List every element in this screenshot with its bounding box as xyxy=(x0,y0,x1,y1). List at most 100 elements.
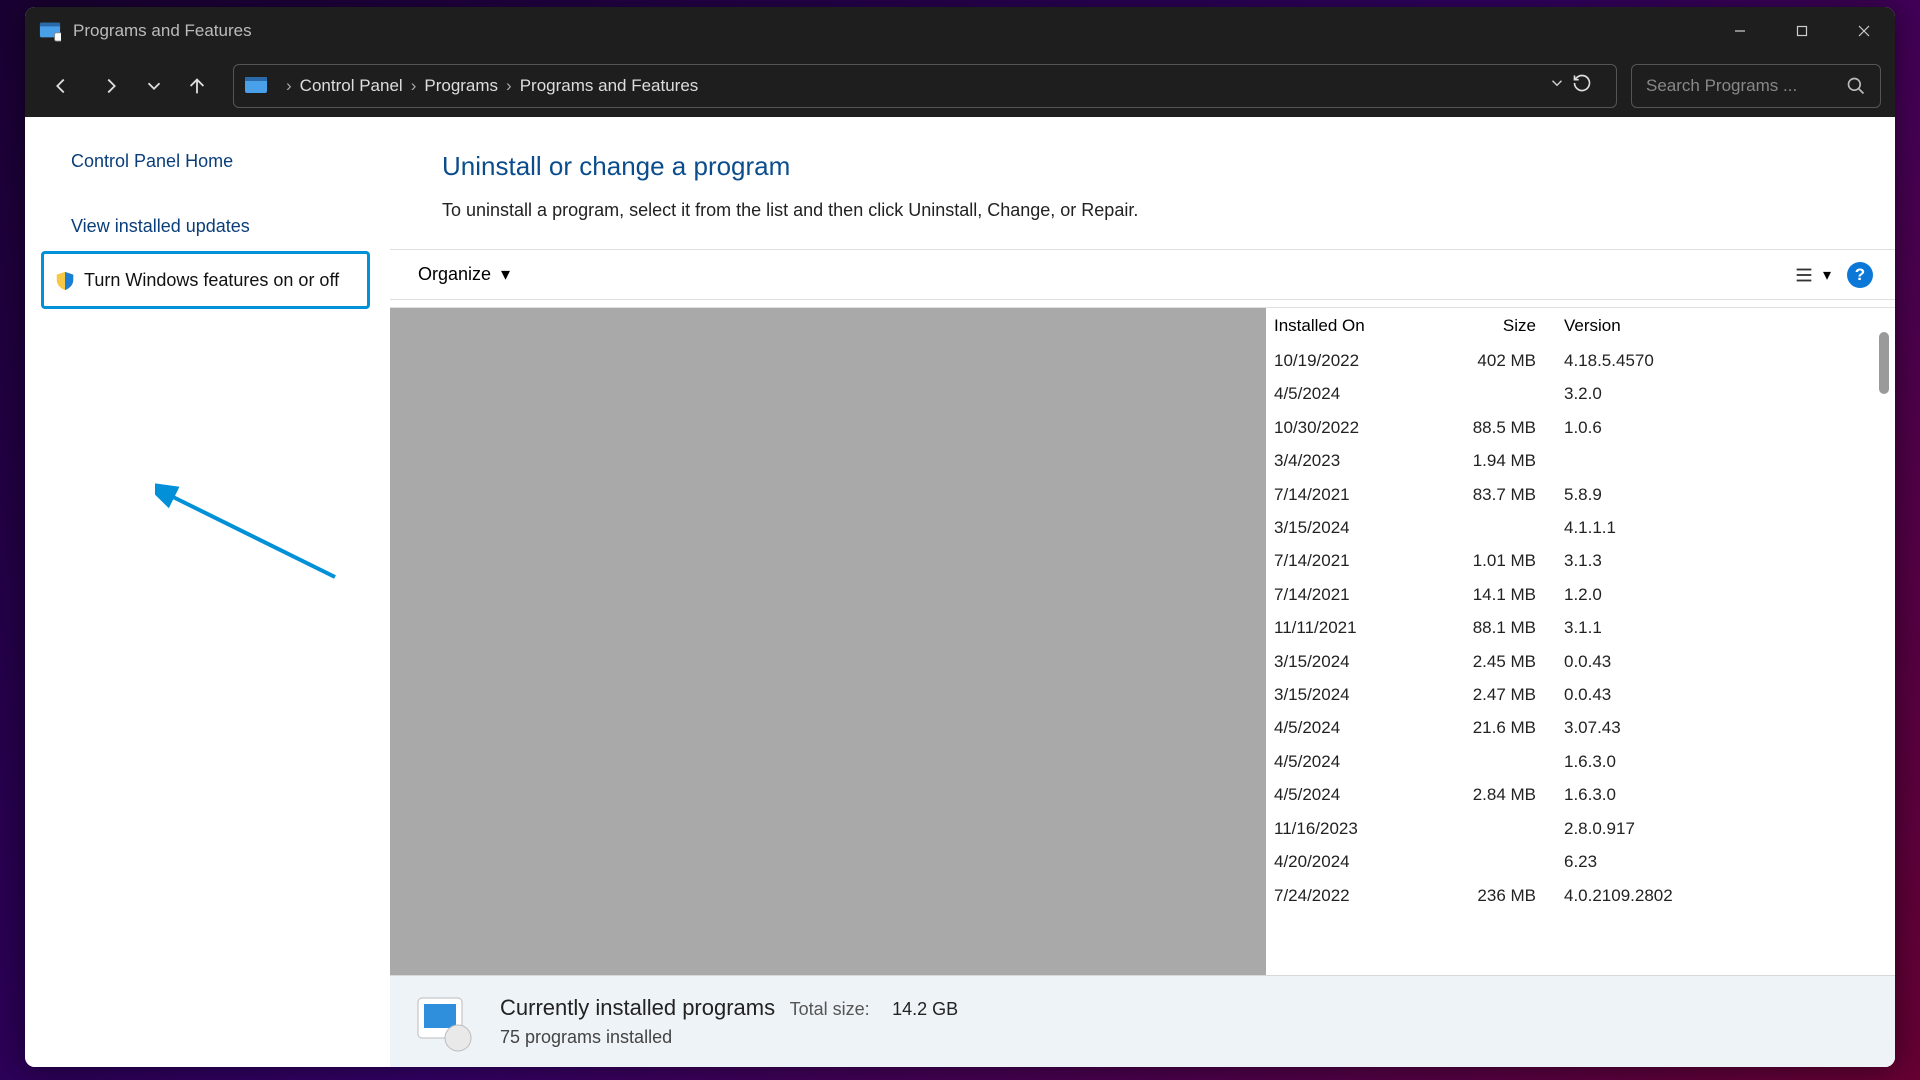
table-row[interactable]: 3/15/2024 4.1.1.1 xyxy=(1266,511,1875,544)
main: Uninstall or change a program To uninsta… xyxy=(390,117,1895,1067)
sidebar-view-updates[interactable]: View installed updates xyxy=(71,208,370,245)
table-row[interactable]: 4/5/20242.84 MB1.6.3.0 xyxy=(1266,778,1875,811)
forward-button[interactable] xyxy=(89,64,133,108)
cell-date: 10/30/2022 xyxy=(1266,411,1411,444)
table-row[interactable]: 7/24/2022236 MB4.0.2109.2802 xyxy=(1266,879,1875,912)
content: Control Panel Home View installed update… xyxy=(25,117,1895,1067)
cell-version: 4.1.1.1 xyxy=(1556,511,1875,544)
cell-version: 3.1.3 xyxy=(1556,544,1875,577)
table-row[interactable]: 7/14/20211.01 MB3.1.3 xyxy=(1266,544,1875,577)
table-row[interactable]: 7/14/202114.1 MB1.2.0 xyxy=(1266,578,1875,611)
cell-version: 0.0.43 xyxy=(1556,645,1875,678)
cell-version: 1.6.3.0 xyxy=(1556,778,1875,811)
minimize-button[interactable] xyxy=(1709,7,1771,54)
search-input[interactable]: Search Programs ... xyxy=(1631,64,1881,108)
cell-version: 0.0.43 xyxy=(1556,678,1875,711)
program-list-redacted-area xyxy=(390,308,1266,975)
annotation-arrow-icon xyxy=(155,482,345,592)
cell-date: 7/14/2021 xyxy=(1266,478,1411,511)
organize-button[interactable]: Organize ▾ xyxy=(410,260,518,289)
sidebar-windows-features-label: Turn Windows features on or off xyxy=(84,268,339,292)
table-row[interactable]: 7/14/202183.7 MB5.8.9 xyxy=(1266,478,1875,511)
maximize-button[interactable] xyxy=(1771,7,1833,54)
breadcrumb-leaf[interactable]: Programs and Features xyxy=(520,76,699,96)
cell-size: 1.01 MB xyxy=(1411,544,1556,577)
programs-summary-icon xyxy=(414,992,474,1052)
cell-date: 4/5/2024 xyxy=(1266,711,1411,744)
cell-date: 3/15/2024 xyxy=(1266,511,1411,544)
cell-version: 3.1.1 xyxy=(1556,611,1875,644)
breadcrumb-root[interactable]: Control Panel xyxy=(300,76,403,96)
address-bar[interactable]: › Control Panel › Programs › Programs an… xyxy=(233,64,1617,108)
window-controls xyxy=(1709,7,1895,54)
sidebar: Control Panel Home View installed update… xyxy=(25,117,390,1067)
scrollbar[interactable] xyxy=(1879,332,1889,394)
cell-date: 3/15/2024 xyxy=(1266,645,1411,678)
titlebar: Programs and Features xyxy=(25,7,1895,54)
chevron-right-icon: › xyxy=(286,76,292,96)
shield-icon xyxy=(54,270,76,292)
history-dropdown-button[interactable] xyxy=(1548,74,1566,97)
cell-size: 2.47 MB xyxy=(1411,678,1556,711)
table-row[interactable]: 4/5/202421.6 MB3.07.43 xyxy=(1266,711,1875,744)
cell-date: 7/14/2021 xyxy=(1266,544,1411,577)
up-button[interactable] xyxy=(175,64,219,108)
table-row[interactable]: 3/15/20242.47 MB0.0.43 xyxy=(1266,678,1875,711)
cell-date: 4/20/2024 xyxy=(1266,845,1411,878)
cell-date: 11/11/2021 xyxy=(1266,611,1411,644)
cell-date: 7/14/2021 xyxy=(1266,578,1411,611)
table-row[interactable]: 4/20/2024 6.23 xyxy=(1266,845,1875,878)
cell-date: 11/16/2023 xyxy=(1266,812,1411,845)
chevron-right-icon: › xyxy=(506,76,512,96)
search-icon xyxy=(1846,76,1866,96)
window: Programs and Features › Control Panel › … xyxy=(25,7,1895,1067)
cell-version: 4.18.5.4570 xyxy=(1556,344,1875,377)
cell-date: 4/5/2024 xyxy=(1266,377,1411,410)
cell-version: 3.2.0 xyxy=(1556,377,1875,410)
column-size[interactable]: Size xyxy=(1411,316,1556,336)
recent-locations-button[interactable] xyxy=(139,64,169,108)
cell-date: 4/5/2024 xyxy=(1266,778,1411,811)
column-installed-on[interactable]: Installed On xyxy=(1266,316,1411,336)
table-row[interactable]: 4/5/2024 1.6.3.0 xyxy=(1266,745,1875,778)
cell-size xyxy=(1411,377,1556,410)
refresh-button[interactable] xyxy=(1566,73,1606,98)
column-version[interactable]: Version xyxy=(1556,316,1875,336)
table-row[interactable]: 3/15/20242.45 MB0.0.43 xyxy=(1266,645,1875,678)
view-options-button[interactable]: ▾ xyxy=(1793,264,1831,286)
breadcrumb-programs[interactable]: Programs xyxy=(424,76,498,96)
cell-date: 4/5/2024 xyxy=(1266,745,1411,778)
close-button[interactable] xyxy=(1833,7,1895,54)
chevron-right-icon: › xyxy=(411,76,417,96)
location-icon xyxy=(244,74,268,98)
sidebar-home[interactable]: Control Panel Home xyxy=(71,143,370,180)
chevron-down-icon: ▾ xyxy=(1823,265,1831,285)
cell-date: 3/4/2023 xyxy=(1266,444,1411,477)
cell-version: 2.8.0.917 xyxy=(1556,812,1875,845)
cell-version xyxy=(1556,444,1875,477)
cell-size: 83.7 MB xyxy=(1411,478,1556,511)
table-row[interactable]: 11/16/2023 2.8.0.917 xyxy=(1266,812,1875,845)
cell-version: 1.6.3.0 xyxy=(1556,745,1875,778)
cell-version: 6.23 xyxy=(1556,845,1875,878)
cell-date: 10/19/2022 xyxy=(1266,344,1411,377)
status-count: 75 programs installed xyxy=(500,1027,958,1048)
sidebar-windows-features[interactable]: Turn Windows features on or off xyxy=(41,251,370,309)
cell-version: 1.2.0 xyxy=(1556,578,1875,611)
back-button[interactable] xyxy=(39,64,83,108)
table-row[interactable]: 10/19/2022402 MB4.18.5.4570 xyxy=(1266,344,1875,377)
help-button[interactable]: ? xyxy=(1847,262,1873,288)
cell-size: 236 MB xyxy=(1411,879,1556,912)
cell-date: 7/24/2022 xyxy=(1266,879,1411,912)
table-row[interactable]: 4/5/2024 3.2.0 xyxy=(1266,377,1875,410)
organize-label: Organize xyxy=(418,264,491,285)
table-row[interactable]: 10/30/202288.5 MB1.0.6 xyxy=(1266,411,1875,444)
cell-size: 21.6 MB xyxy=(1411,711,1556,744)
cell-version: 5.8.9 xyxy=(1556,478,1875,511)
table-row[interactable]: 11/11/202188.1 MB3.1.1 xyxy=(1266,611,1875,644)
toolbar: Organize ▾ ▾ ? xyxy=(390,249,1895,300)
status-bar: Currently installed programs Total size:… xyxy=(390,975,1895,1067)
cell-size: 88.1 MB xyxy=(1411,611,1556,644)
table-row[interactable]: 3/4/20231.94 MB xyxy=(1266,444,1875,477)
cell-version: 3.07.43 xyxy=(1556,711,1875,744)
